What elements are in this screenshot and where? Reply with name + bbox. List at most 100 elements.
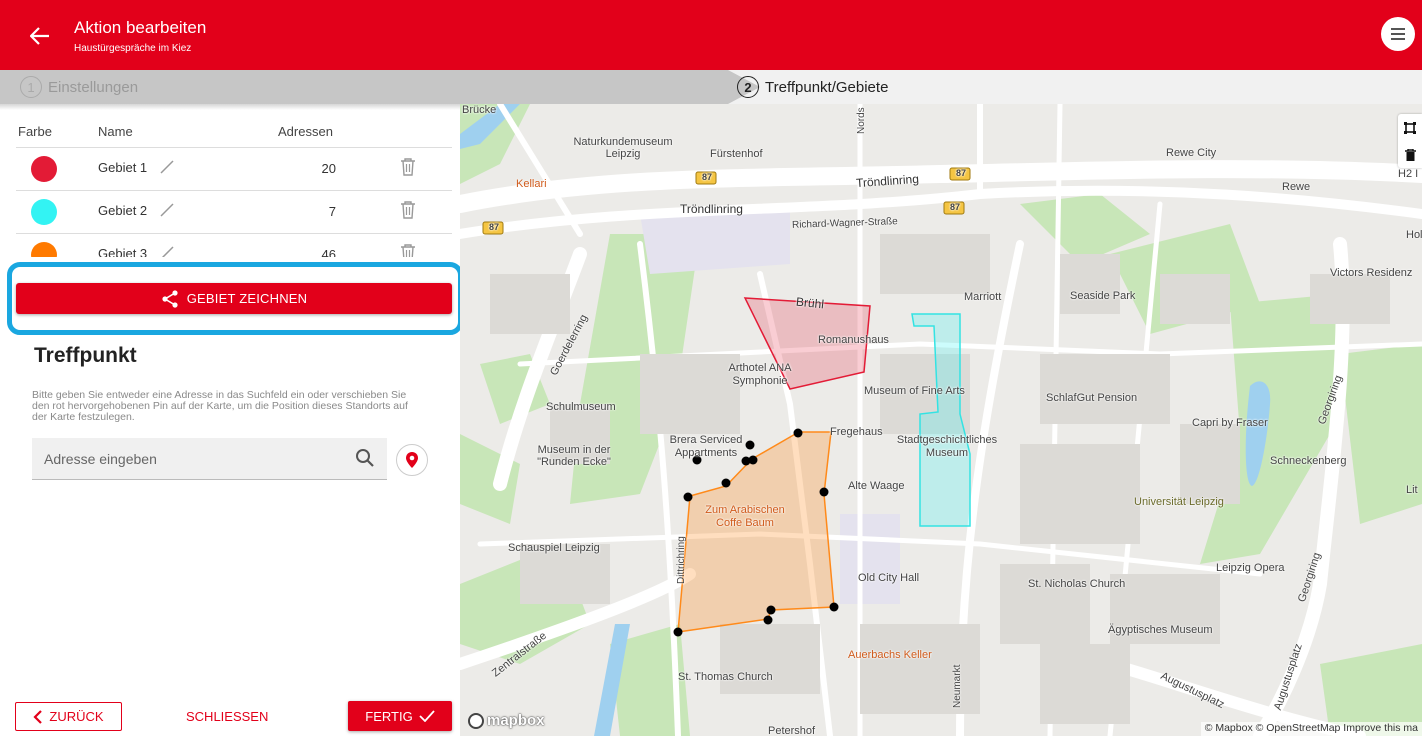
col-addresses-header: Adressen	[278, 117, 364, 148]
meeting-point-title: Treffpunkt	[34, 344, 137, 367]
meeting-point-description: Bitte geben Sie entweder eine Adresse in…	[32, 389, 408, 423]
map-label-alte-waage: Alte Waage	[848, 480, 905, 492]
panel-top-shadow	[0, 104, 460, 110]
draw-polygon-icon[interactable]	[1398, 114, 1422, 141]
map-trash-icon[interactable]	[1398, 141, 1422, 168]
map-label-naturkundemuseum: Naturkundemuseum Leipzig	[573, 136, 673, 160]
app-header: Aktion bearbeiten Haustürgespräche im Ki…	[0, 0, 1422, 70]
map-label-dittrichring: Dittrichring	[676, 536, 687, 584]
col-name-header: Name	[98, 117, 278, 148]
trash-icon[interactable]	[400, 158, 416, 179]
map-label-hol: Hol	[1406, 229, 1422, 241]
done-button-label: FERTIG	[365, 708, 413, 724]
address-field[interactable]	[32, 438, 387, 480]
map-label-schauspiel: Schauspiel Leipzig	[508, 542, 600, 554]
map-label-leipzig-opera: Leipzig Opera	[1216, 562, 1285, 574]
map-label-troendlinring: Tröndlinring	[680, 202, 743, 216]
map-label-universitaet: Universität Leipzig	[1134, 496, 1224, 508]
address-input[interactable]	[44, 448, 334, 470]
chevron-left-icon	[33, 709, 43, 724]
draw-area-button[interactable]: GEBIET ZEICHNEN	[16, 283, 452, 314]
map-label-seaside-park: Seaside Park	[1070, 290, 1136, 302]
step-settings[interactable]: 1 Einstellungen	[20, 75, 138, 99]
trash-icon[interactable]	[400, 201, 416, 222]
map-label-schulmuseum: Schulmuseum	[546, 401, 616, 413]
stepper: 1 Einstellungen 2 Treffpunkt/Gebiete	[0, 70, 1422, 104]
road-shield-label: 87	[950, 202, 961, 212]
draw-area-label: GEBIET ZEICHNEN	[186, 291, 308, 306]
map-attribution[interactable]: © Mapbox © OpenStreetMap Improve this ma	[1200, 722, 1422, 736]
map-label-auerbachs-keller: Auerbachs Keller	[848, 649, 932, 661]
map-pin-icon	[406, 452, 418, 468]
areas-table: Farbe Name Adressen Gebiet 1 20 Gebiet 2…	[16, 117, 452, 277]
map-label-schlafgut: SchlafGut Pension	[1046, 392, 1138, 404]
map-label-st-thomas: St. Thomas Church	[678, 671, 773, 683]
mapbox-logo-text: mapbox	[487, 712, 545, 729]
area-color-swatch[interactable]	[31, 198, 57, 225]
map-base-layer	[460, 104, 1422, 736]
mapbox-logo-icon	[468, 712, 484, 729]
back-button-label: ZURÜCK	[49, 709, 104, 724]
map-label-lit: Lit	[1406, 484, 1418, 496]
step-1-label: Einstellungen	[48, 78, 139, 96]
road-shield-label: 87	[956, 168, 967, 178]
map-label-stadtgeschichtliches: Stadtgeschichtliches Museum	[896, 434, 998, 459]
map-label-fregehaus: Fregehaus	[830, 426, 883, 438]
pencil-icon[interactable]	[159, 202, 175, 221]
map-label-old-city-hall: Old City Hall	[858, 572, 920, 584]
hamburger-icon	[1391, 28, 1405, 40]
share-icon	[162, 289, 178, 308]
back-arrow-icon[interactable]	[26, 22, 54, 50]
map-label-nords: Nords	[856, 107, 867, 134]
checkmark-icon	[419, 710, 435, 722]
col-color-header: Farbe	[16, 117, 98, 148]
map-label-bruehl: Brühl	[795, 294, 825, 312]
map-label-st-nicholas: St. Nicholas Church	[1028, 578, 1126, 590]
location-pin-button[interactable]	[396, 444, 428, 476]
side-panel: Farbe Name Adressen Gebiet 1 20 Gebiet 2…	[0, 104, 460, 736]
table-row[interactable]: Gebiet 2 7	[16, 190, 452, 234]
map-label-museum-fine-arts: Museum of Fine Arts	[864, 385, 965, 397]
step-1-number: 1	[20, 76, 42, 98]
pencil-icon[interactable]	[159, 159, 175, 178]
footer-bar: ZURÜCK SCHLIESSEN FERTIG	[0, 696, 460, 736]
map-label-kellari: Kellari	[516, 178, 547, 190]
map-label-petershof: Petershof	[768, 725, 816, 736]
page-title: Aktion bearbeiten	[74, 18, 207, 37]
area-address-count: 7	[278, 190, 364, 234]
col-actions-header	[364, 117, 452, 148]
map-draw-controls	[1398, 114, 1422, 168]
close-button[interactable]: SCHLIESSEN	[186, 709, 268, 724]
map-label-neumarkt: Neumarkt	[952, 664, 963, 708]
area-color-swatch[interactable]	[31, 155, 57, 182]
step-meeting-point-areas[interactable]: 2 Treffpunkt/Gebiete	[737, 75, 888, 99]
search-icon[interactable]	[355, 448, 375, 473]
map-label-capri: Capri by Fraser	[1192, 417, 1268, 429]
area-address-count: 20	[278, 147, 364, 191]
map-label-fuerstenhof: Fürstenhof	[710, 148, 763, 160]
map-label-coffe-baum: Zum Arabischen Coffe Baum	[705, 504, 785, 529]
road-shield-label: 87	[489, 222, 500, 232]
map-label-bruecke: Brücke	[462, 104, 497, 116]
map-label-romanushaus: Romanushaus	[818, 334, 889, 346]
map-view[interactable]: 87 87 87 87 Brücke Naturkundemuseum Leip…	[460, 104, 1422, 736]
table-header-row: Farbe Name Adressen	[16, 117, 452, 148]
map-label-victors-residenz: Victors Residenz	[1330, 267, 1413, 279]
step-2-label: Treffpunkt/Gebiete	[765, 78, 889, 96]
mapbox-logo[interactable]: mapbox	[468, 712, 545, 729]
map-label-rewe: Rewe	[1282, 181, 1311, 193]
map-label-h2: H2 I	[1398, 168, 1419, 180]
area-name: Gebiet 1	[98, 159, 148, 175]
map-label-runde-ecke: Museum in der "Runden Ecke"	[537, 444, 611, 468]
step-2-number: 2	[737, 76, 759, 98]
done-button[interactable]: FERTIG	[348, 701, 452, 731]
page-subtitle: Haustürgespräche im Kiez	[74, 43, 192, 54]
map-label-schneckenberg: Schneckenberg	[1270, 455, 1347, 467]
map-label-marriott: Marriott	[964, 291, 1002, 303]
map-label-brera: Brera Serviced Appartments	[669, 434, 743, 459]
menu-button[interactable]	[1381, 17, 1415, 51]
table-row[interactable]: Gebiet 1 20	[16, 147, 452, 191]
map-label-arthotel: Arthotel ANA Symphonie	[728, 362, 792, 387]
road-shield-label: 87	[702, 172, 713, 182]
back-button[interactable]: ZURÜCK	[15, 702, 122, 731]
